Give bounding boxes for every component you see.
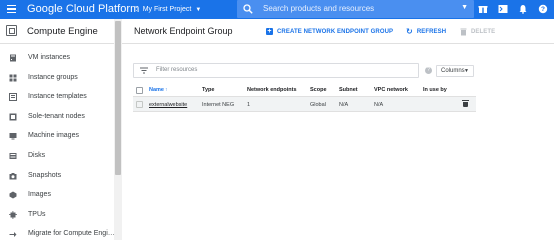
select-all-checkbox[interactable] — [136, 87, 143, 94]
project-name: My First Project — [142, 6, 192, 13]
table-row[interactable]: externalwebsite Internet NEG 1 Global N/… — [133, 97, 476, 112]
main-menu-icon[interactable] — [7, 5, 16, 13]
sidebar-item-sole-tenant-nodes[interactable]: Sole-tenant nodes — [0, 108, 114, 128]
filter-placeholder: Filter resources — [156, 67, 198, 73]
sidebar-nav: VM instances Instance groups Instance te… — [0, 49, 115, 240]
column-header-endpoints[interactable]: Network endpoints — [247, 87, 297, 93]
filter-input[interactable]: Filter resources — [133, 63, 419, 78]
trash-icon — [460, 28, 467, 36]
columns-label: Columns — [441, 68, 465, 74]
sidebar-item-label: Sole-tenant nodes — [28, 112, 85, 120]
vm-instances-icon — [10, 54, 16, 62]
sidebar-item-tpus[interactable]: TPUs — [0, 206, 114, 226]
column-header-inuse[interactable]: In use by — [423, 87, 447, 93]
compute-engine-icon — [6, 25, 17, 36]
neg-table: Name↑ Type Network endpoints Scope Subne… — [133, 84, 476, 112]
cell-vpc: N/A — [374, 102, 384, 108]
create-neg-button[interactable]: + CREATE NETWORK ENDPOINT GROUP — [266, 28, 393, 35]
project-dots-icon: ⁘ — [133, 5, 140, 14]
refresh-icon: ↻ — [406, 27, 413, 36]
sidebar-item-migrate[interactable]: Migrate for Compute Engi… — [0, 225, 115, 240]
sidebar-item-instance-templates[interactable]: Instance templates — [0, 88, 114, 108]
cell-endpoints: 1 — [247, 102, 251, 108]
cell-subnet: N/A — [339, 102, 349, 108]
refresh-label: REFRESH — [416, 29, 447, 35]
add-box-icon: + — [266, 28, 273, 35]
notifications-icon[interactable] — [518, 4, 528, 14]
search-input[interactable]: Search products and resources — [263, 4, 374, 13]
chevron-down-icon: ▼ — [195, 6, 202, 13]
sidebar-item-label: Instance templates — [28, 93, 87, 101]
search-icon — [243, 4, 253, 14]
sidebar-item-disks[interactable]: Disks — [0, 147, 114, 167]
column-header-subnet[interactable]: Subnet — [339, 87, 358, 93]
row-checkbox[interactable] — [136, 101, 143, 108]
machine-images-icon — [9, 133, 17, 140]
images-icon — [9, 191, 17, 199]
disks-icon — [9, 152, 17, 159]
sidebar-item-vm-instances[interactable]: VM instances — [0, 49, 114, 69]
column-header-scope[interactable]: Scope — [310, 87, 327, 93]
sidebar-item-instance-groups[interactable]: Instance groups — [0, 69, 114, 89]
cell-type: Internet NEG — [202, 102, 235, 108]
brand-title[interactable]: Google Cloud Platform — [27, 3, 139, 15]
sidebar-item-label: Snapshots — [28, 171, 62, 179]
sidebar: Compute Engine VM instances Instance gro… — [0, 19, 122, 240]
create-neg-label: CREATE NETWORK ENDPOINT GROUP — [277, 28, 394, 35]
sidebar-scrollbar[interactable] — [114, 19, 122, 240]
cell-scope: Global — [310, 102, 326, 108]
page-header: Network Endpoint Group + CREATE NETWORK … — [122, 19, 554, 44]
sidebar-item-label: Disks — [28, 151, 46, 159]
table-header: Name↑ Type Network endpoints Scope Subne… — [133, 84, 476, 97]
sidebar-item-label: TPUs — [28, 210, 46, 218]
page-title: Network Endpoint Group — [134, 26, 233, 36]
sidebar-header: Compute Engine — [0, 19, 114, 44]
sidebar-item-label: Machine images — [28, 132, 79, 140]
migrate-icon — [9, 232, 17, 238]
instance-templates-icon — [9, 93, 17, 102]
sidebar-item-label: Migrate for Compute Engi… — [28, 230, 115, 238]
main-content: Network Endpoint Group + CREATE NETWORK … — [122, 19, 554, 240]
instance-groups-icon — [9, 74, 17, 82]
neg-name-link[interactable]: externalwebsite — [149, 102, 187, 108]
delete-button[interactable]: DELETE — [460, 28, 495, 36]
sidebar-item-images[interactable]: Images — [0, 186, 114, 206]
top-app-bar: Google Cloud Platform ⁘ My First Project… — [0, 0, 554, 19]
help-icon[interactable]: ? — [538, 4, 548, 14]
refresh-button[interactable]: ↻ REFRESH — [406, 28, 446, 36]
sidebar-item-label: Images — [28, 191, 51, 199]
filter-help-icon[interactable]: ? — [425, 67, 432, 74]
tpus-icon — [9, 210, 17, 219]
row-delete-icon[interactable] — [462, 100, 469, 107]
column-header-type[interactable]: Type — [202, 87, 214, 93]
sidebar-title: Compute Engine — [27, 26, 98, 37]
sidebar-item-machine-images[interactable]: Machine images — [0, 127, 114, 147]
sidebar-item-label: VM instances — [28, 54, 71, 61]
column-header-vpc[interactable]: VPC network — [374, 87, 408, 93]
project-selector[interactable]: ⁘ My First Project ▼ — [133, 3, 201, 16]
sidebar-item-snapshots[interactable]: Snapshots — [0, 167, 114, 187]
cloud-shell-icon[interactable] — [498, 4, 508, 14]
filter-icon — [140, 67, 148, 74]
sidebar-scroll-thumb[interactable] — [115, 21, 121, 175]
sidebar-item-label: Instance groups — [28, 73, 78, 81]
columns-button[interactable]: Columns ▼ — [436, 65, 474, 77]
search-expand-icon[interactable]: ▼ — [461, 4, 468, 11]
svg-text:?: ? — [541, 6, 545, 13]
delete-label: DELETE — [471, 29, 496, 35]
chevron-down-icon: ▼ — [464, 68, 469, 74]
gift-icon[interactable] — [478, 4, 488, 14]
sort-ascending-icon[interactable]: ↑ — [165, 87, 168, 93]
snapshots-icon — [9, 172, 17, 180]
column-header-name[interactable]: Name↑ — [149, 87, 167, 93]
sole-tenant-nodes-icon — [9, 113, 17, 121]
search-bar[interactable]: Search products and resources ▼ — [237, 0, 474, 18]
